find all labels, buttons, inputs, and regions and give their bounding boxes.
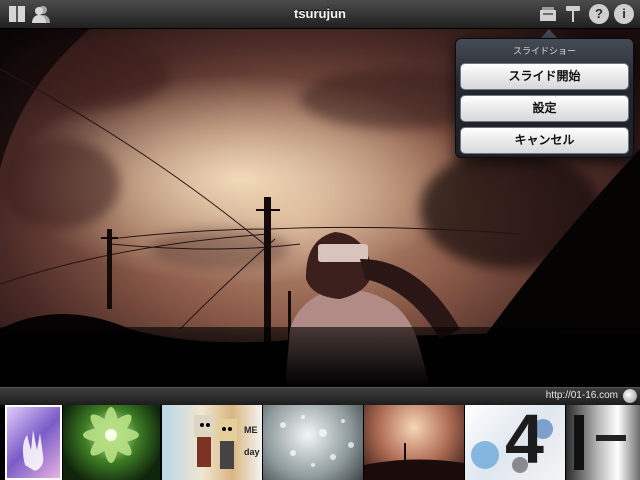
thumbnail-item[interactable]	[63, 405, 160, 480]
help-icon[interactable]: ?	[589, 4, 609, 24]
top-toolbar: tsurujun ? i	[0, 0, 640, 29]
slideshow-icon[interactable]	[538, 4, 558, 24]
thumbnail-item[interactable]	[263, 405, 363, 480]
thumbnail-item[interactable]	[364, 405, 464, 480]
paint-roller-icon[interactable]	[563, 4, 583, 24]
thumbnail-caption: 4	[505, 405, 544, 478]
thumbnail-item[interactable]: ME day	[162, 405, 262, 480]
cancel-button[interactable]: キャンセル	[460, 127, 629, 154]
thumbnail-item[interactable]: 4	[465, 405, 565, 480]
settings-button[interactable]: 設定	[460, 95, 629, 122]
thumbnail-caption: ME	[244, 425, 258, 435]
bottom-bar: http://01-16.com	[0, 387, 640, 405]
credit-link[interactable]: http://01-16.com	[546, 390, 618, 401]
thumbnail-caption: day	[244, 447, 260, 457]
popover-title: スライドショー	[512, 46, 576, 56]
thumbnail-item[interactable]	[5, 405, 62, 480]
thumbnail-strip: ME day 4	[0, 405, 640, 480]
info-icon[interactable]: i	[614, 4, 634, 24]
slideshow-popover: スライドショー スライド開始 設定 キャンセル	[455, 38, 634, 158]
globe-icon[interactable]	[623, 389, 637, 403]
thumbnail-item[interactable]	[566, 405, 640, 480]
start-slideshow-button[interactable]: スライド開始	[460, 63, 629, 90]
